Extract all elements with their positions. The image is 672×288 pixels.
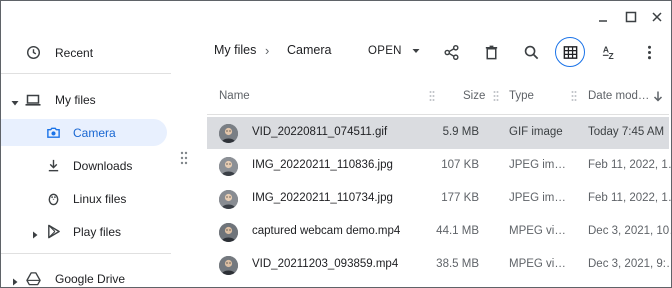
files-app-window: Recent My files Camera Downloads Linux f…	[0, 0, 672, 288]
column-resize-icon[interactable]	[571, 90, 577, 102]
sidebar-item-label: Play files	[73, 224, 122, 239]
file-size: 107 KB	[441, 159, 479, 171]
column-header-size[interactable]: Size	[463, 90, 485, 102]
play-icon	[45, 224, 61, 240]
sidebar-divider	[1, 73, 171, 74]
column-resize-icon[interactable]	[429, 90, 435, 102]
file-date: Feb 11, 2022, 1…	[588, 159, 672, 171]
breadcrumb-parent[interactable]: My files	[214, 43, 256, 57]
drive-icon	[25, 271, 41, 287]
sidebar-item-downloads[interactable]: Downloads	[1, 152, 167, 179]
caret-down-icon	[412, 49, 420, 53]
file-thumbnail	[219, 157, 238, 176]
sidebar-item-label: Google Drive	[55, 271, 126, 286]
sidebar-item-label: Camera	[73, 125, 116, 140]
expand-arrow-icon[interactable]	[11, 96, 19, 105]
column-header-name[interactable]: Name	[219, 90, 250, 102]
file-list-header: Name Size Type Date mod…	[207, 85, 669, 109]
file-type: GIF image	[509, 126, 563, 138]
sort-icon: A Z	[602, 44, 613, 61]
download-icon	[45, 158, 61, 174]
maximize-button[interactable]	[621, 9, 641, 25]
column-header-type[interactable]: Type	[509, 90, 534, 102]
sidebar: Recent My files Camera Downloads Linux f…	[1, 1, 173, 288]
sidebar-item-label: Recent	[55, 45, 94, 60]
file-size: 38.5 MB	[436, 258, 479, 270]
clock-icon	[25, 45, 41, 61]
file-date: Today 7:45 AM	[588, 126, 665, 138]
file-type: JPEG im…	[509, 159, 566, 171]
close-icon	[652, 12, 662, 22]
table-row[interactable]: captured webcam demo.mp4 44.1 MB MPEG vi…	[207, 216, 672, 248]
table-row[interactable]: VID_20220811_074511.gif 5.9 MB GIF image…	[207, 117, 669, 149]
sidebar-item-linux-files[interactable]: Linux files	[1, 185, 167, 212]
sidebar-item-recent[interactable]: Recent	[1, 39, 167, 66]
file-thumbnail	[219, 256, 238, 275]
search-icon	[524, 45, 538, 59]
sort-arrow-icon[interactable]	[652, 90, 664, 102]
minimize-icon	[599, 20, 607, 22]
header-divider	[207, 114, 669, 115]
sidebar-item-label: Downloads	[73, 158, 133, 173]
delete-button[interactable]	[477, 38, 505, 66]
grid-view-button[interactable]	[555, 37, 585, 67]
file-name: IMG_20220211_110734.jpg	[252, 192, 393, 204]
table-row[interactable]: IMG_20220211_110734.jpg 177 KB JPEG im… …	[207, 183, 672, 215]
more-options-button[interactable]	[635, 38, 663, 66]
sidebar-divider	[1, 253, 171, 254]
camera-icon	[45, 125, 61, 141]
file-name: VID_20211203_093859.mp4	[252, 258, 399, 270]
file-date: Feb 11, 2022, 1…	[588, 192, 672, 204]
sidebar-item-google-drive[interactable]: Google Drive	[1, 265, 167, 288]
sidebar-item-label: My files	[55, 92, 96, 107]
file-type: JPEG im…	[509, 192, 566, 204]
close-button[interactable]	[647, 9, 667, 25]
search-button[interactable]	[517, 38, 545, 66]
sidebar-item-play-files[interactable]: Play files	[1, 218, 167, 245]
delete-icon	[485, 45, 497, 59]
file-thumbnail	[219, 223, 238, 242]
file-date: Dec 3, 2021, 10…	[588, 225, 672, 237]
column-header-date[interactable]: Date mod…	[588, 90, 649, 102]
open-button[interactable]: OPEN	[368, 41, 420, 61]
share-icon	[443, 44, 459, 60]
sidebar-item-camera[interactable]: Camera	[1, 119, 167, 146]
resize-handle-icon[interactable]	[180, 151, 188, 165]
maximize-icon	[625, 11, 637, 23]
file-type: MPEG vi…	[509, 258, 566, 270]
minimize-button[interactable]	[593, 9, 613, 25]
sidebar-item-label: Linux files	[73, 191, 127, 206]
breadcrumb-current: Camera	[287, 43, 332, 57]
sort-button[interactable]: A Z	[595, 38, 623, 66]
table-row[interactable]: IMG_20220211_110836.jpg 107 KB JPEG im… …	[207, 150, 672, 182]
grid-view-icon	[563, 45, 577, 59]
file-thumbnail	[219, 190, 238, 209]
file-size: 5.9 MB	[442, 126, 479, 138]
file-date: Dec 3, 2021, 9:…	[588, 258, 672, 270]
sidebar-item-my-files[interactable]: My files	[1, 86, 167, 113]
file-type: MPEG vi…	[509, 225, 566, 237]
svg-text:Z: Z	[608, 51, 613, 61]
file-name: IMG_20220211_110836.jpg	[252, 159, 393, 171]
penguin-icon	[45, 191, 61, 207]
expand-arrow-icon[interactable]	[31, 228, 39, 238]
file-size: 44.1 MB	[436, 225, 479, 237]
file-name: VID_20220811_074511.gif	[252, 126, 388, 138]
column-resize-icon[interactable]	[493, 90, 499, 102]
share-button[interactable]	[437, 38, 465, 66]
file-size: 177 KB	[441, 192, 479, 204]
laptop-icon	[25, 92, 41, 108]
more-icon	[647, 45, 651, 59]
table-row[interactable]: VID_20211203_093859.mp4 38.5 MB MPEG vi……	[207, 249, 672, 281]
expand-arrow-icon[interactable]	[11, 275, 19, 285]
file-thumbnail	[219, 124, 238, 143]
breadcrumb-separator: ›	[265, 43, 270, 58]
file-name: captured webcam demo.mp4	[252, 225, 401, 237]
open-label: OPEN	[368, 45, 402, 57]
